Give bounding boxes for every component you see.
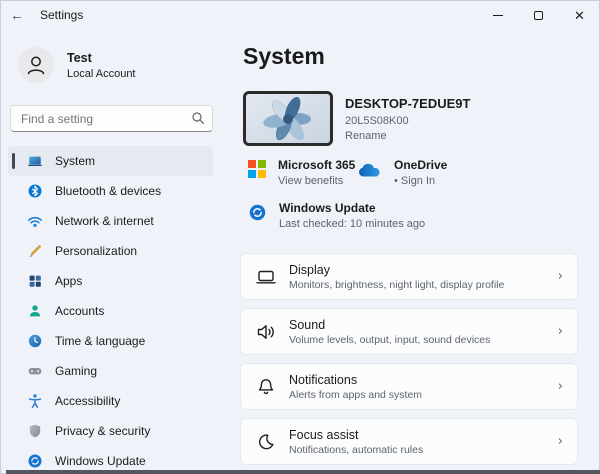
windows-update-icon: [248, 203, 267, 222]
windows-update-title: Windows Update: [279, 201, 425, 215]
microsoft-365-subtitle: View benefits: [278, 175, 355, 187]
search-icon: [191, 111, 205, 125]
card-title: Focus assist: [289, 428, 558, 442]
accounts-person-icon: [27, 303, 43, 319]
bell-icon: [254, 375, 278, 399]
card-subtitle: Monitors, brightness, night light, displ…: [289, 279, 558, 291]
sidebar-item-label: Time & language: [55, 334, 145, 348]
titlebar: ← Settings ✕: [0, 0, 600, 30]
apps-grid-icon: [27, 273, 43, 289]
chevron-right-icon: ›: [558, 324, 563, 339]
onedrive-link[interactable]: OneDrive • Sign In: [356, 158, 447, 187]
focus-assist-card[interactable]: Focus assist Notifications, automatic ru…: [240, 418, 578, 465]
person-icon: [23, 52, 49, 78]
microsoft-logo-icon: [248, 160, 266, 178]
search-box: [10, 105, 213, 132]
card-title: Notifications: [289, 373, 558, 387]
sidebar-item-accessibility[interactable]: Accessibility: [8, 386, 213, 416]
close-button[interactable]: ✕: [559, 0, 600, 30]
card-subtitle: Volume levels, output, input, sound devi…: [289, 334, 558, 346]
sound-card[interactable]: Sound Volume levels, output, input, soun…: [240, 308, 578, 355]
window-title: Settings: [40, 8, 83, 22]
bluetooth-icon: [27, 183, 43, 199]
user-account-type: Local Account: [67, 68, 136, 80]
sidebar-item-apps[interactable]: Apps: [8, 266, 213, 296]
search-input[interactable]: [10, 105, 213, 132]
card-title: Sound: [289, 318, 558, 332]
device-info: DESKTOP-7EDUE9T 20L5S08K00 Rename: [345, 96, 470, 142]
clock-globe-icon: [27, 333, 43, 349]
card-subtitle: Alerts from apps and system: [289, 389, 558, 401]
settings-window: ← Settings ✕ Test Local Account: [0, 0, 600, 474]
device-name: DESKTOP-7EDUE9T: [345, 96, 470, 111]
chevron-right-icon: ›: [558, 269, 563, 284]
sidebar-item-label: Apps: [55, 274, 82, 288]
sidebar-item-time-language[interactable]: Time & language: [8, 326, 213, 356]
sidebar-item-bluetooth-devices[interactable]: Bluetooth & devices: [8, 176, 213, 206]
chevron-right-icon: ›: [558, 379, 563, 394]
system-laptop-icon: [27, 153, 43, 169]
window-controls: ✕: [477, 0, 600, 30]
windows-update-link[interactable]: Windows Update Last checked: 10 minutes …: [248, 201, 425, 230]
close-icon: ✕: [574, 9, 585, 22]
device-model: 20L5S08K00: [345, 115, 470, 127]
user-name: Test: [67, 51, 136, 65]
sidebar-item-personalization[interactable]: Personalization: [8, 236, 213, 266]
sidebar-item-gaming[interactable]: Gaming: [8, 356, 213, 386]
maximize-button[interactable]: [518, 0, 559, 30]
minimize-button[interactable]: [477, 0, 518, 30]
bottom-edge-strip: [6, 470, 600, 474]
sidebar-item-accounts[interactable]: Accounts: [8, 296, 213, 326]
card-subtitle: Notifications, automatic rules: [289, 444, 558, 456]
paintbrush-icon: [27, 243, 43, 259]
sidebar-item-system[interactable]: System: [8, 146, 213, 176]
back-button[interactable]: ←: [0, 0, 34, 30]
microsoft-365-link[interactable]: Microsoft 365 View benefits: [248, 158, 355, 187]
maximize-icon: [534, 11, 543, 20]
microsoft-365-title: Microsoft 365: [278, 158, 355, 172]
bloom-wallpaper-image: [246, 94, 330, 143]
shield-icon: [27, 423, 43, 439]
onedrive-cloud-icon: [356, 161, 382, 179]
sidebar-item-label: Network & internet: [55, 214, 154, 228]
sidebar-item-label: Privacy & security: [55, 424, 150, 438]
back-arrow-icon: ←: [10, 7, 24, 23]
sidebar-item-label: Personalization: [55, 244, 137, 258]
moon-icon: [254, 430, 278, 454]
sidebar-nav: System Bluetooth & devices Network & int…: [8, 146, 213, 474]
settings-card-list: Display Monitors, brightness, night ligh…: [240, 253, 578, 465]
display-icon: [254, 265, 278, 289]
notifications-card[interactable]: Notifications Alerts from apps and syste…: [240, 363, 578, 410]
page-title: System: [243, 43, 325, 70]
sidebar-item-label: Accounts: [55, 304, 104, 318]
wifi-icon: [27, 213, 43, 229]
sound-speaker-icon: [254, 320, 278, 344]
chevron-right-icon: ›: [558, 434, 563, 449]
rename-link[interactable]: Rename: [345, 130, 470, 142]
sidebar-item-label: Gaming: [55, 364, 97, 378]
gamepad-icon: [27, 363, 43, 379]
minimize-icon: [493, 15, 503, 16]
sidebar-item-label: System: [55, 154, 95, 168]
sidebar-item-label: Accessibility: [55, 394, 120, 408]
user-account-block[interactable]: Test Local Account: [18, 47, 136, 83]
sidebar-item-label: Windows Update: [55, 454, 146, 468]
onedrive-title: OneDrive: [394, 158, 447, 172]
display-card[interactable]: Display Monitors, brightness, night ligh…: [240, 253, 578, 300]
sidebar-item-label: Bluetooth & devices: [55, 184, 161, 198]
accessibility-person-icon: [27, 393, 43, 409]
windows-update-icon: [27, 453, 43, 469]
sidebar-item-privacy-security[interactable]: Privacy & security: [8, 416, 213, 446]
sidebar-item-network-internet[interactable]: Network & internet: [8, 206, 213, 236]
avatar: [18, 47, 54, 83]
device-thumbnail: [243, 91, 333, 146]
windows-update-subtitle: Last checked: 10 minutes ago: [279, 218, 425, 230]
card-title: Display: [289, 263, 558, 277]
onedrive-subtitle: • Sign In: [394, 175, 447, 187]
